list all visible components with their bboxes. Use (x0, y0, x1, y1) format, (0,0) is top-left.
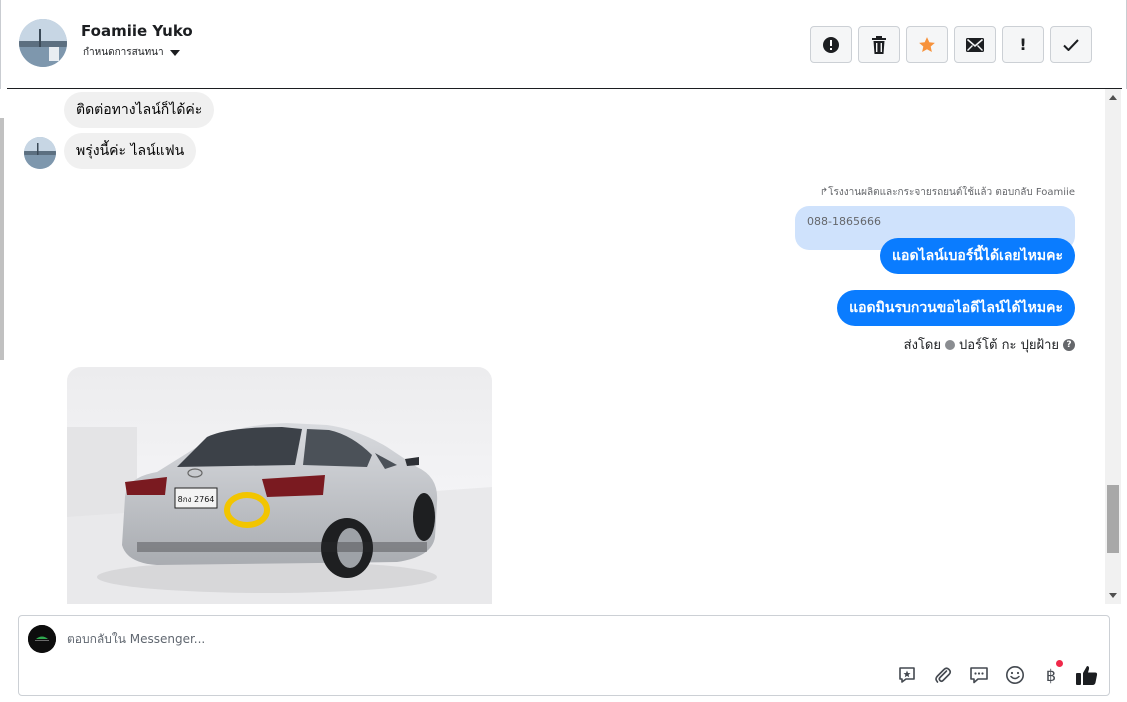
notification-dot (1056, 660, 1063, 667)
baht-icon[interactable]: ฿ (1039, 660, 1063, 687)
verified-dot-icon (945, 339, 955, 350)
sent-by-prefix: ส่งโดย (903, 338, 941, 353)
saved-reply-icon[interactable] (895, 663, 919, 687)
scrollbar-thumb[interactable] (1107, 485, 1119, 553)
car-photo-icon[interactable]: 8กง 2764 (67, 367, 492, 604)
baht-glyph: ฿ (1045, 665, 1057, 685)
delete-button[interactable] (858, 26, 900, 63)
thumbs-up-icon[interactable] (1075, 663, 1099, 687)
scroll-up-icon[interactable] (1109, 95, 1117, 100)
contact-name[interactable]: Foamiie Yuko (81, 22, 193, 40)
conversation-header: Foamiie Yuko กำหนดการสนทนา ! (0, 0, 1127, 89)
exclamation-icon: ! (1019, 35, 1027, 54)
envelope-icon (966, 37, 984, 52)
reply-context-label: ↱โรงงานผลิตและกระจายรถยนต์ใช้แล้ว ตอบกลั… (819, 187, 1075, 198)
composer-toolbar: ฿ (895, 660, 1099, 687)
help-icon[interactable]: ? (1063, 338, 1075, 351)
emoji-icon[interactable] (1003, 663, 1027, 687)
star-icon (919, 36, 935, 52)
message-thread-scrollbar[interactable] (1105, 89, 1121, 604)
alert-circle-icon (823, 36, 839, 53)
mark-unread-button[interactable] (954, 26, 996, 63)
mark-done-button[interactable] (1050, 26, 1092, 63)
trash-icon (872, 35, 886, 54)
contact-avatar[interactable] (19, 19, 67, 67)
chat-bubble-icon[interactable] (967, 663, 991, 687)
caret-down-icon (169, 49, 180, 56)
license-plate-text: 8กง 2764 (178, 495, 215, 504)
message-thread: ติดต่อทางไลน์ก็ได้ค่ะ พรุ่งนี้ค่ะ ไลน์แฟ… (6, 89, 1121, 604)
sent-by-name: ปอร์โต้ กะ ปุยฝ้าย (959, 338, 1059, 353)
conversation-actions: ! (810, 26, 1092, 63)
paperclip-icon[interactable] (931, 663, 955, 687)
assign-conversation-dropdown[interactable]: กำหนดการสนทนา (83, 45, 180, 60)
report-spam-button[interactable] (810, 26, 852, 63)
incoming-message[interactable]: พรุ่งนี้ค่ะ ไลน์แฟน (64, 133, 197, 169)
inbox-conversation-panel: Foamiie Yuko กำหนดการสนทนา ! ติดต่อทางไล… (0, 0, 1127, 702)
sent-by-row: ส่งโดย ปอร์โต้ กะ ปุยฝ้าย ? (904, 334, 1075, 355)
outgoing-message[interactable]: แอดมินรบกวนขอไอดีไลน์ได้ไหมคะ (837, 290, 1075, 326)
mark-important-button[interactable]: ! (1002, 26, 1044, 63)
reply-composer: ฿ (18, 615, 1110, 696)
incoming-message[interactable]: ติดต่อทางไลน์ก็ได้ค่ะ (64, 92, 215, 128)
contact-avatar-small (24, 137, 56, 169)
star-button[interactable] (906, 26, 948, 63)
assign-conversation-label: กำหนดการสนทนา (83, 47, 164, 58)
reply-input[interactable] (67, 628, 867, 650)
scroll-down-icon[interactable] (1109, 593, 1117, 598)
outer-scrollbar-thumb[interactable] (0, 118, 4, 360)
page-avatar (28, 625, 56, 653)
checkmark-icon (1063, 38, 1079, 51)
outgoing-message[interactable]: แอดไลน์เบอร์นี้ได้เลยไหมคะ (880, 238, 1075, 274)
